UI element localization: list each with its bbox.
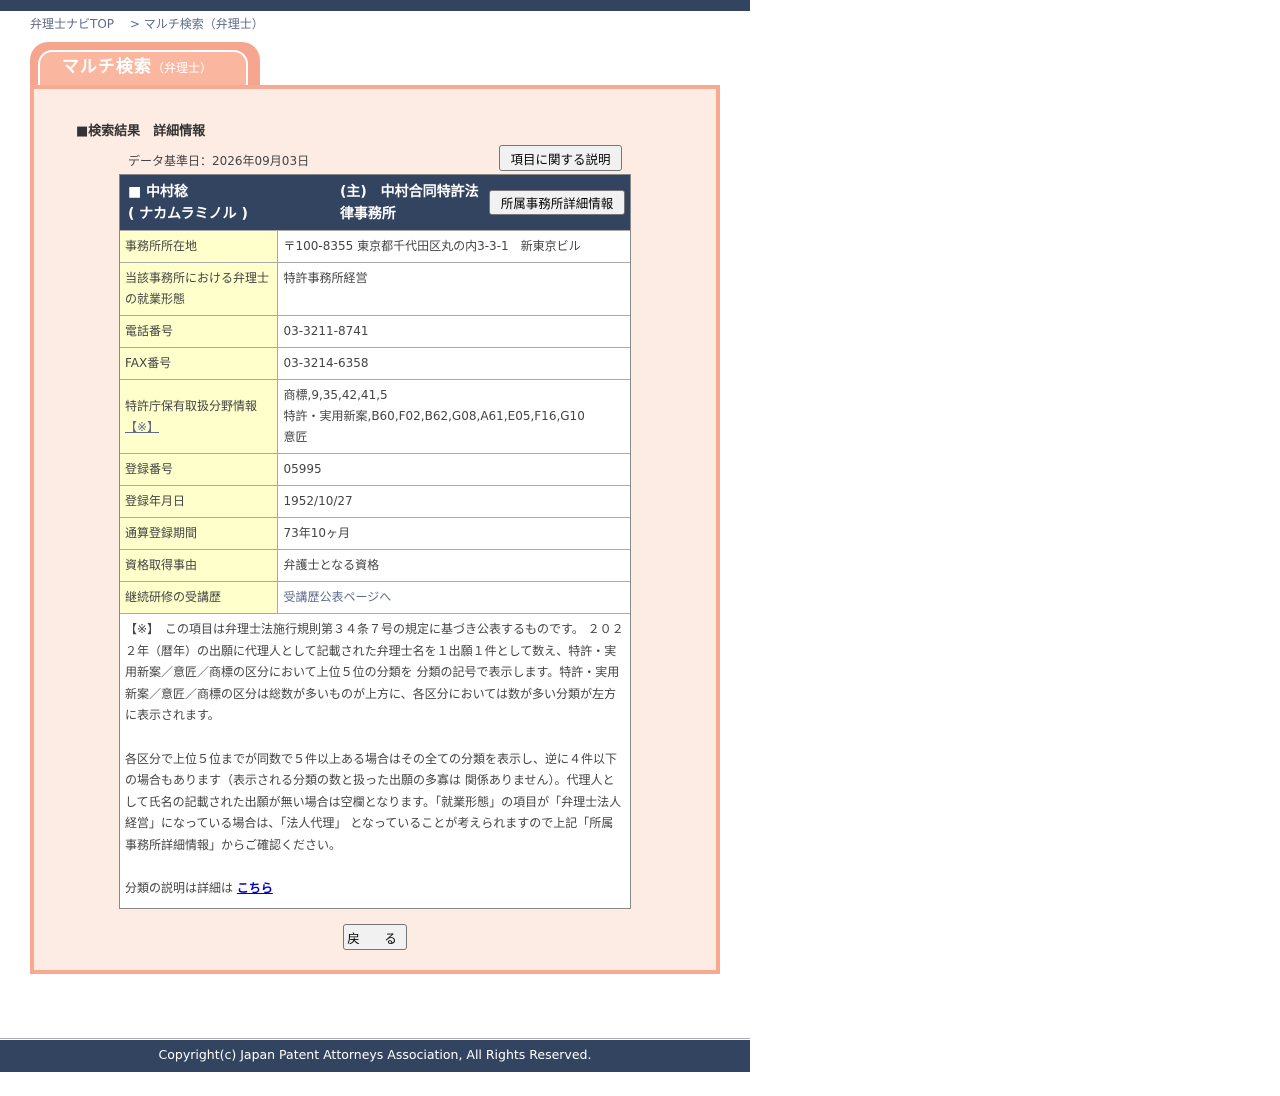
training-value-cell: 受講歴公表ページへ [277, 581, 630, 613]
registration-period-value: 73年10ヶ月 [277, 517, 630, 550]
office-address-value: 〒100-8355 東京都千代田区丸の内3-3-1 新東京ビル [277, 230, 630, 263]
row-label: 事務所所在地 [120, 230, 278, 263]
breadcrumb-top-link[interactable]: 弁理士ナビTOP [30, 17, 114, 31]
page-heading: ■検索結果 詳細情報 [76, 124, 206, 139]
attorney-name-kana: ( ナカムラミノル ) [128, 206, 248, 222]
base-date: データ基準日：2026年09月03日 [128, 154, 310, 168]
multi-search-tab: マルチ検索（弁理士） [30, 42, 260, 88]
table-row: 通算登録期間 73年10ヶ月 [120, 517, 630, 550]
table-row: 当該事務所における弁理士の就業形態 特許事務所経営 [120, 262, 630, 316]
row-label: 通算登録期間 [120, 517, 278, 550]
table-row: 事務所所在地 〒100-8355 東京都千代田区丸の内3-3-1 新東京ビル [120, 230, 630, 263]
row-label: 登録番号 [120, 453, 278, 486]
fields-value-cell: 商標,9,35,42,41,5 特許・実用新案,B60,F02,B62,G08,… [277, 379, 630, 454]
attorney-header: ■ 中村稔 ( ナカムラミノル ) (主) 中村合同特許法 律事務所 所属事務所… [120, 175, 630, 230]
table-row: 特許庁保有取扱分野情報 【※】 商標,9,35,42,41,5 特許・実用新案,… [120, 379, 630, 454]
fax-value: 03-3214-6358 [277, 347, 630, 380]
row-label: 当該事務所における弁理士の就業形態 [120, 262, 278, 316]
fields-trademark: 商標,9,35,42,41,5 [283, 388, 388, 402]
detail-table: 事務所所在地 〒100-8355 東京都千代田区丸の内3-3-1 新東京ビル 当… [120, 230, 630, 613]
office-detail-button[interactable]: 所属事務所詳細情報 [489, 190, 625, 215]
note-paragraph-3: 分類の説明は詳細は こちら [125, 878, 624, 900]
office-name: (主) 中村合同特許法 律事務所 [340, 181, 490, 225]
footer-copyright: Copyright(c) Japan Patent Attorneys Asso… [0, 1040, 750, 1072]
tab-title-main: マルチ検索 [62, 57, 152, 77]
top-bar [0, 0, 750, 11]
classification-note-text: 分類の説明は詳細は [125, 881, 237, 896]
table-row: 登録年月日 1952/10/27 [120, 485, 630, 518]
tab-title: マルチ検索（弁理士） [62, 52, 212, 77]
fields-label-cell: 特許庁保有取扱分野情報 【※】 [120, 379, 278, 454]
attorney-detail-card: ■ 中村稔 ( ナカムラミノル ) (主) 中村合同特許法 律事務所 所属事務所… [119, 174, 631, 909]
table-row: 電話番号 03-3211-8741 [120, 315, 630, 348]
row-label: 登録年月日 [120, 485, 278, 518]
employment-value: 特許事務所経営 [277, 262, 630, 316]
back-button[interactable]: 戻 る [343, 924, 407, 950]
attorney-name: ■ 中村稔 ( ナカムラミノル ) [128, 181, 248, 225]
row-label: 継続研修の受講歴 [120, 581, 278, 613]
table-row: FAX番号 03-3214-6358 [120, 347, 630, 380]
office-name-line1: (主) 中村合同特許法 [340, 184, 479, 200]
qualification-value: 弁護士となる資格 [277, 549, 630, 582]
breadcrumb-current: > マルチ検索（弁理士） [129, 17, 264, 31]
notes-section: 【※】 この項目は弁理士法施行規則第３４条７号の規定に基づき公表するものです。 … [120, 613, 630, 908]
explain-items-button[interactable]: 項目に関する説明 [499, 145, 622, 171]
result-panel: ■検索結果 詳細情報 データ基準日：2026年09月03日 項目に関する説明 ■… [30, 85, 720, 974]
fields-patent: 特許・実用新案,B60,F02,B62,G08,A61,E05,F16,G10 [283, 409, 585, 423]
row-label: FAX番号 [120, 347, 278, 380]
footer-divider [0, 1038, 750, 1039]
classification-details-link[interactable]: こちら [237, 881, 273, 895]
office-name-line2: 律事務所 [340, 206, 396, 222]
fields-note-link[interactable]: 【※】 [125, 420, 159, 434]
attorney-name-kanji: ■ 中村稔 [128, 184, 189, 200]
row-label: 特許庁保有取扱分野情報 [125, 398, 258, 413]
tab-title-sub: （弁理士） [152, 61, 213, 75]
row-label: 資格取得事由 [120, 549, 278, 582]
phone-value: 03-3211-8741 [277, 315, 630, 348]
table-row: 登録番号 05995 [120, 453, 630, 486]
table-row: 資格取得事由 弁護士となる資格 [120, 549, 630, 582]
registration-number-value: 05995 [277, 453, 630, 486]
training-history-link[interactable]: 受講歴公表ページへ [284, 590, 392, 604]
table-row: 継続研修の受講歴 受講歴公表ページへ [120, 581, 630, 613]
registration-date-value: 1952/10/27 [277, 485, 630, 518]
fields-design: 意匠 [283, 430, 308, 444]
breadcrumb: 弁理士ナビTOP > マルチ検索（弁理士） [30, 15, 264, 32]
row-label: 電話番号 [120, 315, 278, 348]
note-paragraph-2: 各区分で上位５位までが同数で５件以上ある場合はその全ての分類を表示し、逆に４件以… [125, 751, 622, 852]
note-paragraph-1: 【※】 この項目は弁理士法施行規則第３４条７号の規定に基づき公表するものです。 … [125, 622, 624, 723]
